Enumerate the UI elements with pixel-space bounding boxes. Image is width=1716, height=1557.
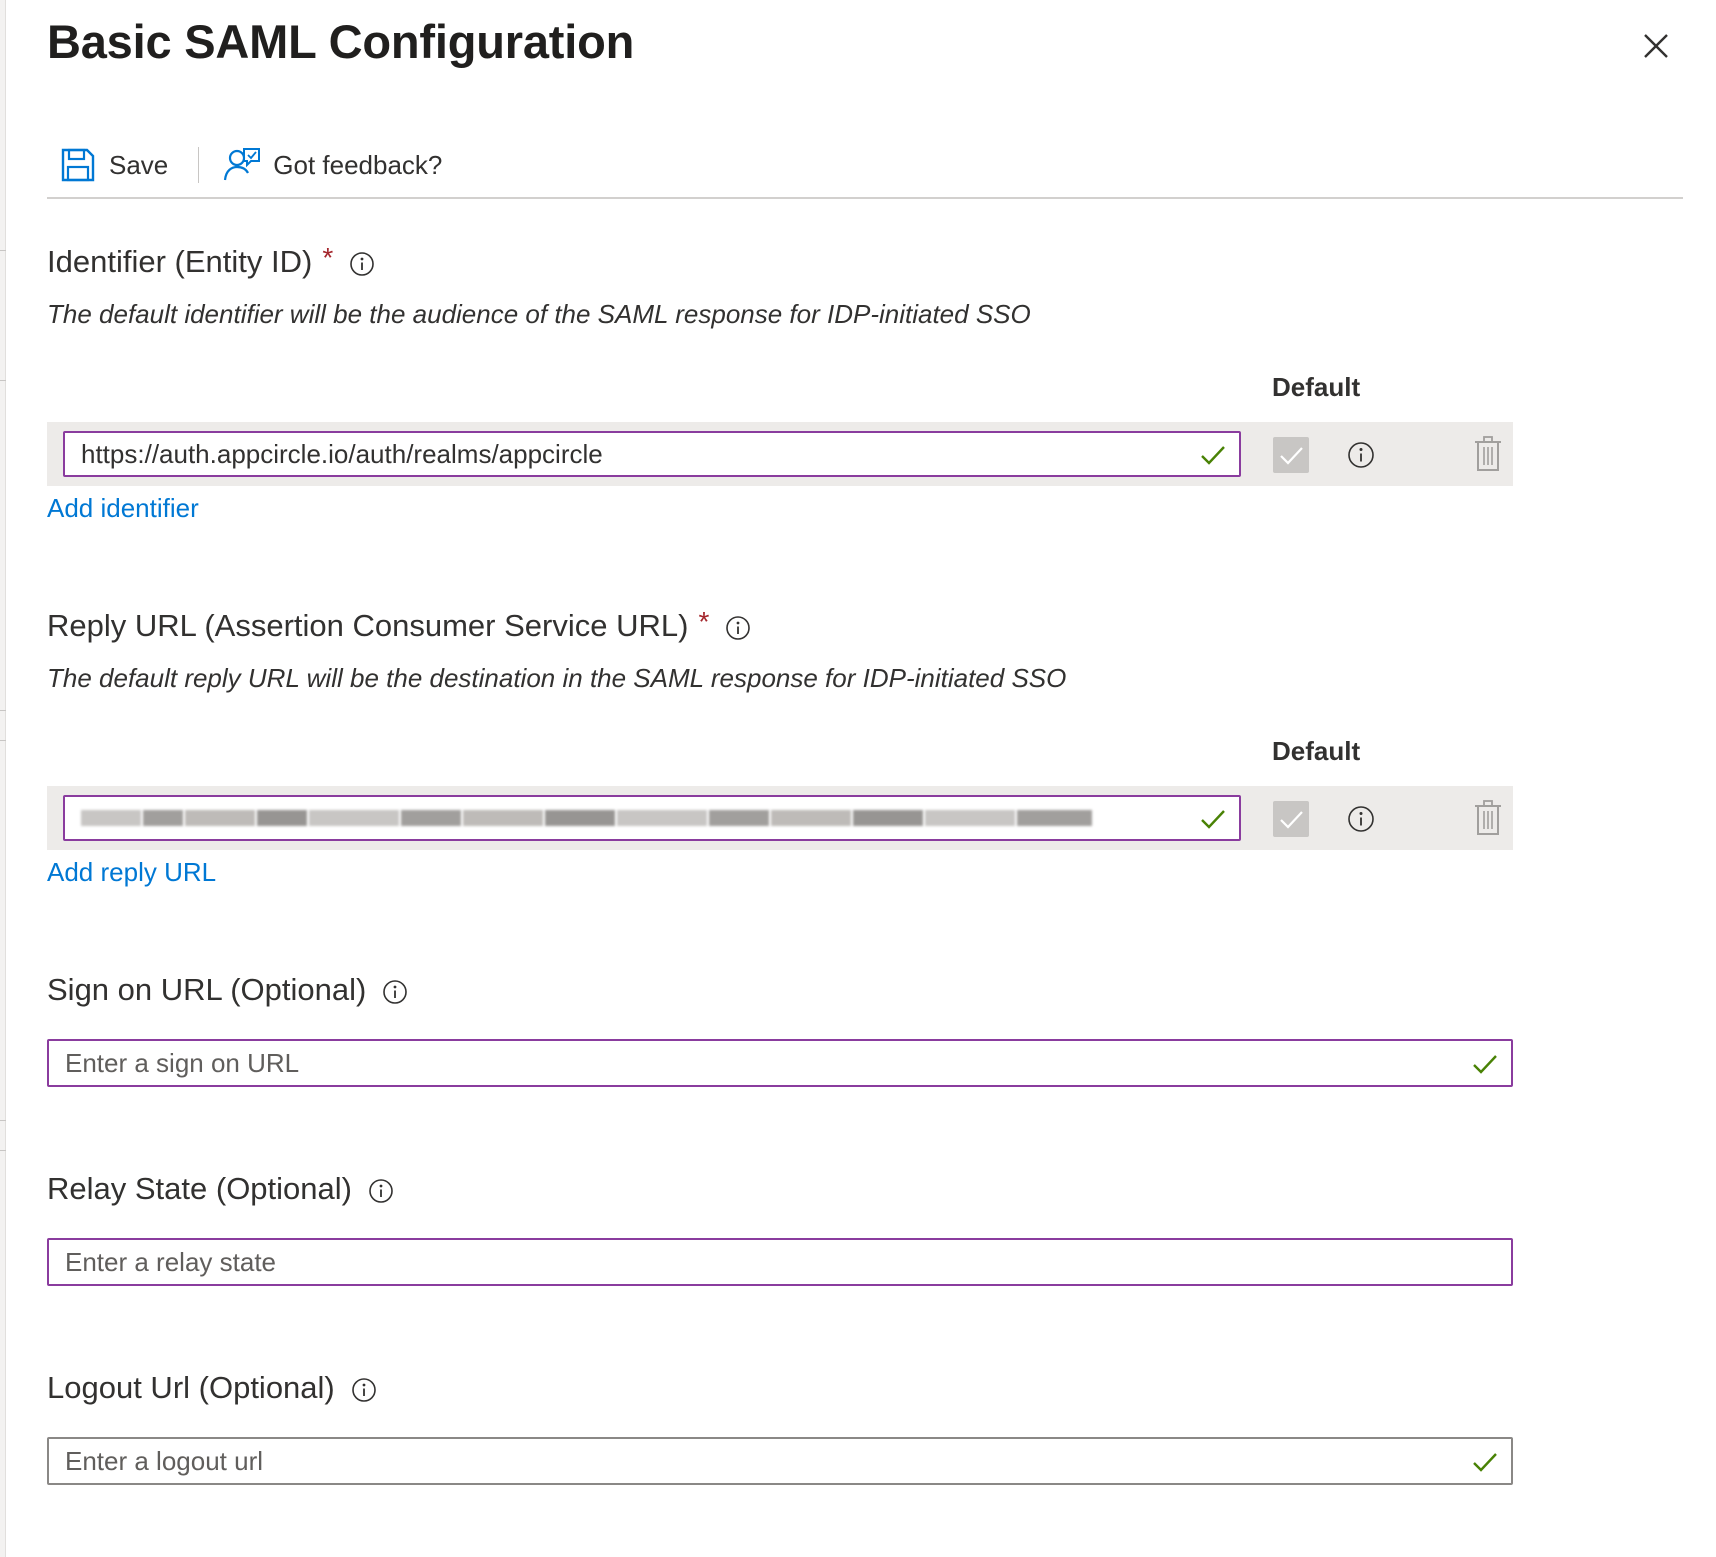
sign-on-url-section-title: Sign on URL (Optional) (47, 972, 408, 1008)
info-icon[interactable] (351, 1375, 377, 1402)
logout-url-field[interactable] (47, 1437, 1513, 1485)
logout-url-title-text: Logout Url (Optional) (47, 1370, 335, 1405)
reply-url-description: The default reply URL will be the destin… (47, 663, 1067, 693)
identifier-section-title: Identifier (Entity ID) * (47, 242, 375, 280)
checkmark-icon (1280, 811, 1303, 829)
feedback-button[interactable]: Got feedback? (211, 145, 454, 185)
default-column-header: Default (1272, 372, 1361, 402)
info-icon[interactable] (368, 1176, 394, 1203)
reply-url-input[interactable] (63, 795, 1241, 841)
logout-url-input[interactable] (65, 1445, 1445, 1477)
required-marker: * (322, 242, 334, 273)
checkmark-icon (1473, 1453, 1497, 1472)
identifier-row: https://auth.appcircle.io/auth/realms/ap… (47, 422, 1513, 486)
add-identifier-link[interactable]: Add identifier (47, 493, 199, 524)
reply-url-title-text: Reply URL (Assertion Consumer Service UR… (47, 608, 689, 643)
command-bar: Save Got feedback? (47, 140, 1683, 190)
toolbar-separator (198, 147, 200, 183)
close-button[interactable] (1636, 26, 1676, 66)
close-icon (1644, 34, 1668, 58)
sign-on-url-title-text: Sign on URL (Optional) (47, 972, 367, 1007)
logout-url-section-title: Logout Url (Optional) (47, 1370, 377, 1406)
info-icon[interactable] (1347, 805, 1375, 833)
checkmark-icon (1280, 447, 1303, 465)
feedback-label: Got feedback? (273, 149, 443, 180)
saml-config-panel: Basic SAML Configuration Save Got feedba… (6, 0, 1716, 1557)
relay-state-input[interactable] (65, 1246, 1445, 1278)
checkmark-icon (1201, 446, 1225, 465)
delete-icon[interactable] (1473, 436, 1503, 472)
info-icon[interactable] (1347, 441, 1375, 469)
default-checkbox[interactable] (1273, 801, 1309, 837)
relay-state-title-text: Relay State (Optional) (47, 1171, 352, 1206)
checkmark-icon (1473, 1055, 1497, 1074)
save-label: Save (109, 149, 169, 180)
info-icon[interactable] (349, 249, 375, 276)
redacted-value (81, 797, 1094, 839)
sign-on-url-input[interactable] (65, 1047, 1445, 1079)
save-icon (59, 146, 97, 184)
feedback-icon (223, 146, 261, 184)
identifier-input[interactable]: https://auth.appcircle.io/auth/realms/ap… (63, 431, 1241, 477)
delete-icon[interactable] (1473, 800, 1503, 836)
reply-url-section-title: Reply URL (Assertion Consumer Service UR… (47, 606, 751, 644)
identifier-value: https://auth.appcircle.io/auth/realms/ap… (81, 438, 603, 469)
reply-url-row (47, 786, 1513, 850)
checkmark-icon (1201, 810, 1225, 829)
toolbar-divider (47, 197, 1683, 199)
default-column-header: Default (1272, 736, 1361, 766)
save-button[interactable]: Save (47, 145, 180, 185)
page-title: Basic SAML Configuration (47, 15, 635, 68)
relay-state-field[interactable] (47, 1238, 1513, 1286)
add-reply-url-link[interactable]: Add reply URL (47, 857, 216, 888)
sign-on-url-field[interactable] (47, 1039, 1513, 1087)
relay-state-section-title: Relay State (Optional) (47, 1171, 394, 1207)
identifier-title-text: Identifier (Entity ID) (47, 244, 313, 279)
info-icon[interactable] (725, 613, 751, 640)
required-marker: * (698, 606, 710, 637)
identifier-description: The default identifier will be the audie… (47, 299, 1031, 329)
info-icon[interactable] (382, 977, 408, 1004)
default-checkbox[interactable] (1273, 437, 1309, 473)
